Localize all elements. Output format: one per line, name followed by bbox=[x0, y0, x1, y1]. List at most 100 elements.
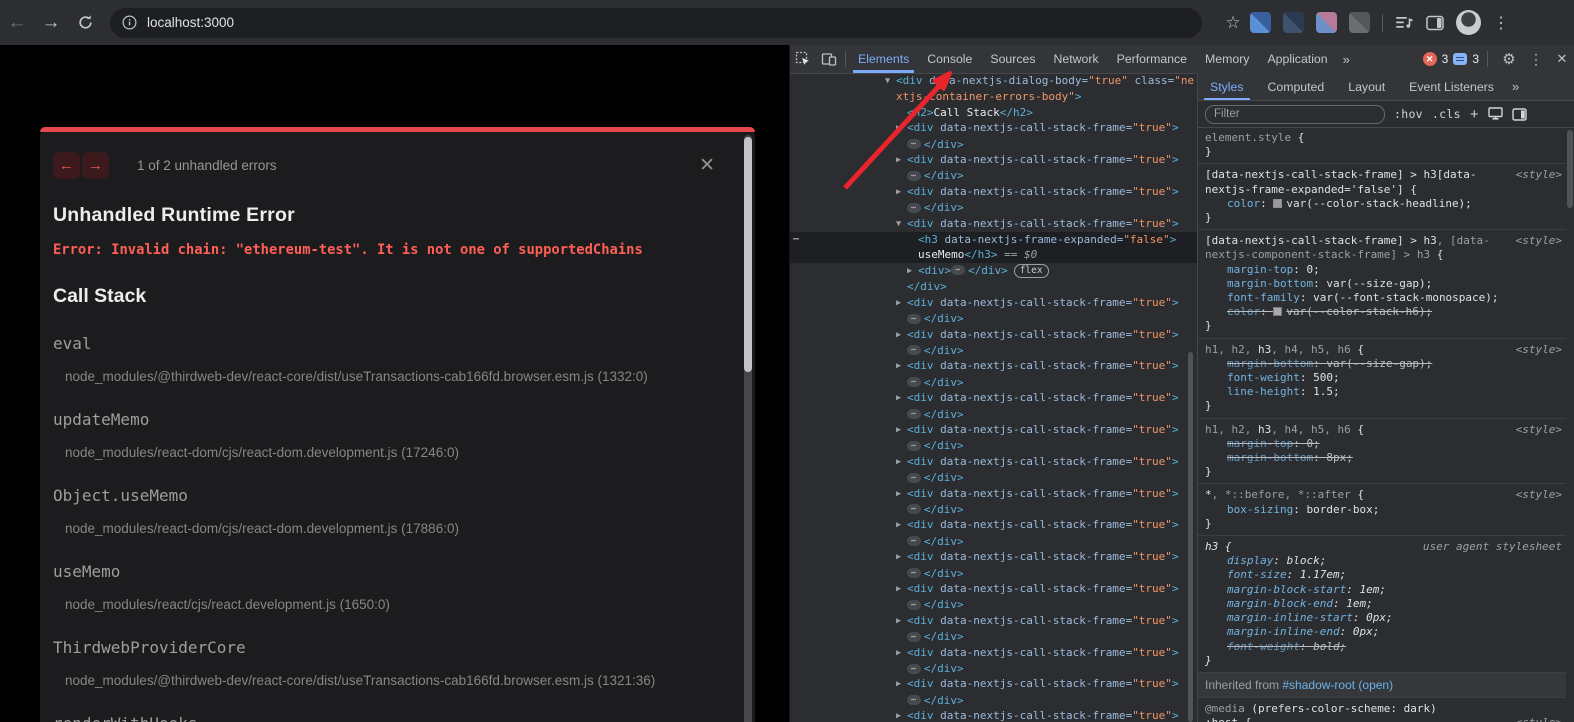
css-declaration[interactable]: font-size: 1.17em; bbox=[1205, 568, 1562, 582]
call-stack-frame-close[interactable]: ⋯</div> bbox=[790, 566, 1197, 581]
twisty-open-icon[interactable]: ▼ bbox=[896, 217, 907, 232]
twisty-closed-icon[interactable]: ▶ bbox=[896, 423, 907, 438]
call-stack-frame-close[interactable]: ⋯</div> bbox=[790, 168, 1197, 183]
expand-ellipsis-button[interactable]: ⋯ bbox=[907, 409, 921, 419]
sidebar-more-tabs-icon[interactable]: » bbox=[1506, 79, 1525, 94]
twisty-closed-icon[interactable]: ▶ bbox=[896, 646, 907, 661]
call-stack-frame-node[interactable]: ▶<div data-nextjs-call-stack-frame="true… bbox=[790, 152, 1197, 168]
devtools-close-icon[interactable]: ✕ bbox=[1550, 46, 1574, 72]
css-declaration[interactable]: line-height: 1.5; bbox=[1205, 385, 1562, 399]
devtools-tab-performance[interactable]: Performance bbox=[1108, 46, 1196, 73]
call-stack-frame-node[interactable]: ▶<div data-nextjs-call-stack-frame="true… bbox=[790, 454, 1197, 470]
twisty-closed-icon[interactable]: ▶ bbox=[896, 518, 907, 533]
expand-ellipsis-button[interactable]: ⋯ bbox=[907, 139, 921, 149]
call-stack-frame-node[interactable]: ▶<div data-nextjs-call-stack-frame="true… bbox=[790, 645, 1197, 661]
call-stack-frame-close[interactable]: ⋯</div> bbox=[790, 200, 1197, 215]
rule-origin-link[interactable]: <style> bbox=[1516, 488, 1562, 502]
call-stack-frame-node[interactable]: ▶<div data-nextjs-call-stack-frame="true… bbox=[790, 676, 1197, 692]
styles-scrollbar[interactable] bbox=[1567, 130, 1573, 208]
css-declaration[interactable]: margin-inline-end: 0px; bbox=[1205, 625, 1562, 639]
stack-frame-path[interactable]: node_modules/react-dom/cjs/react-dom.dev… bbox=[53, 445, 703, 460]
back-icon[interactable]: ← bbox=[0, 6, 34, 40]
expand-ellipsis-button[interactable]: ⋯ bbox=[907, 664, 921, 674]
css-declaration[interactable]: font-weight: 500; bbox=[1205, 371, 1562, 385]
rule-origin-link[interactable]: user agent stylesheet bbox=[1423, 540, 1562, 554]
twisty-closed-icon[interactable]: ▶ bbox=[896, 677, 907, 692]
twisty-closed-icon[interactable]: ▶ bbox=[896, 614, 907, 629]
dialog-body-node-wrap[interactable]: xtjs-container-errors-body"> bbox=[790, 89, 1197, 104]
css-declaration[interactable]: color: var(--color-stack-h6); bbox=[1205, 305, 1562, 319]
twisty-closed-icon[interactable]: ▶ bbox=[896, 487, 907, 502]
twisty-closed-icon[interactable]: ▶ bbox=[896, 153, 907, 168]
call-stack-frame-close[interactable]: ⋯</div> bbox=[790, 343, 1197, 358]
css-declaration[interactable]: margin-block-start: 1em; bbox=[1205, 583, 1562, 597]
console-message-badge-icon[interactable] bbox=[1453, 53, 1467, 65]
next-error-button[interactable]: → bbox=[82, 152, 109, 179]
css-declaration[interactable]: font-weight: bold; bbox=[1205, 640, 1562, 654]
twisty-closed-icon[interactable]: ▶ bbox=[896, 121, 907, 136]
css-rule[interactable]: <style>h1, h2, h3, h4, h5, h6 {margin-bo… bbox=[1198, 339, 1566, 419]
call-stack-frame-node[interactable]: ▶<div data-nextjs-call-stack-frame="true… bbox=[790, 358, 1197, 374]
call-stack-frame-close[interactable]: ⋯</div> bbox=[790, 375, 1197, 390]
rule-origin-link[interactable]: <style> bbox=[1516, 423, 1562, 437]
devtools-tab-memory[interactable]: Memory bbox=[1196, 46, 1258, 73]
inspect-element-icon[interactable] bbox=[790, 46, 816, 72]
call-stack-frame-node[interactable]: ▶<div data-nextjs-call-stack-frame="true… bbox=[790, 295, 1197, 311]
browser-menu-icon[interactable]: ⋮ bbox=[1493, 13, 1509, 33]
sidebar-tab-computed[interactable]: Computed bbox=[1256, 73, 1337, 100]
css-rule[interactable]: <style>*, *::before, *::after {box-sizin… bbox=[1198, 484, 1566, 536]
call-stack-frame-close[interactable]: ⋯</div> bbox=[790, 693, 1197, 708]
twisty-closed-icon[interactable]: ▶ bbox=[896, 582, 907, 597]
url-bar[interactable]: localhost:3000 bbox=[110, 8, 1202, 38]
expand-ellipsis-button[interactable]: ⋯ bbox=[907, 171, 921, 181]
css-declaration[interactable]: font-family: var(--font-stack-monospace)… bbox=[1205, 291, 1562, 305]
call-stack-frame-node[interactable]: ▶<div data-nextjs-call-stack-frame="true… bbox=[790, 327, 1197, 343]
css-rule[interactable]: element.style {} bbox=[1198, 127, 1566, 164]
profile-avatar[interactable] bbox=[1456, 10, 1481, 35]
call-stack-frame-node[interactable]: ▶<div data-nextjs-call-stack-frame="true… bbox=[790, 549, 1197, 565]
devtools-settings-gear-icon[interactable]: ⚙ bbox=[1496, 46, 1522, 72]
rule-origin-link[interactable]: <style> bbox=[1516, 716, 1562, 722]
flex-badge[interactable]: flex bbox=[1014, 264, 1049, 278]
expand-ellipsis-button[interactable]: ⋯ bbox=[907, 695, 921, 705]
css-rules-list[interactable]: element.style {}<style>[data-nextjs-call… bbox=[1198, 127, 1566, 722]
call-stack-frame-close[interactable]: ⋯</div> bbox=[790, 534, 1197, 549]
device-toolbar-icon[interactable] bbox=[816, 46, 842, 72]
expand-ellipsis-button[interactable]: ⋯ bbox=[907, 314, 921, 324]
stack-frame-path[interactable]: node_modules/@thirdweb-dev/react-core/di… bbox=[53, 673, 703, 688]
extension-icon-2[interactable] bbox=[1283, 12, 1304, 33]
color-swatch[interactable] bbox=[1273, 307, 1282, 316]
extension-icon-1[interactable] bbox=[1250, 12, 1271, 33]
css-rule[interactable]: <style>[data-nextjs-call-stack-frame] > … bbox=[1198, 164, 1566, 230]
call-stack-frame-close[interactable]: ⋯</div> bbox=[790, 597, 1197, 612]
frame-close-tag[interactable]: </div> bbox=[790, 279, 1197, 294]
rendering-emulation-icon[interactable] bbox=[1488, 107, 1503, 121]
call-stack-frame-close[interactable]: ⋯</div> bbox=[790, 661, 1197, 676]
twisty-closed-icon[interactable]: ▶ bbox=[896, 328, 907, 343]
close-overlay-icon[interactable]: ✕ bbox=[699, 156, 715, 175]
call-stack-frame-node[interactable]: ▶<div data-nextjs-call-stack-frame="true… bbox=[790, 517, 1197, 533]
selected-h3-node-wrap[interactable]: useMemo</h3> == $0 bbox=[790, 247, 1197, 262]
console-error-badge-icon[interactable]: ✕ bbox=[1423, 52, 1437, 66]
twisty-closed-icon[interactable]: ▶ bbox=[907, 264, 918, 279]
devtools-tab-console[interactable]: Console bbox=[918, 46, 981, 73]
rule-origin-link[interactable]: <style> bbox=[1516, 343, 1562, 357]
more-tabs-icon[interactable]: » bbox=[1337, 52, 1356, 67]
elements-tree[interactable]: ▼<div data-nextjs-dialog-body="true" cla… bbox=[790, 73, 1197, 722]
call-stack-frame-close[interactable]: ⋯</div> bbox=[790, 629, 1197, 644]
call-stack-frame-node[interactable]: ▶<div data-nextjs-call-stack-frame="true… bbox=[790, 422, 1197, 438]
rule-origin-link[interactable]: <style> bbox=[1516, 168, 1562, 182]
extension-icon-4[interactable] bbox=[1349, 12, 1370, 33]
call-stack-frame-node[interactable]: ▶<div data-nextjs-call-stack-frame="true… bbox=[790, 708, 1197, 722]
toggle-sidebar-icon[interactable] bbox=[1512, 108, 1527, 121]
bookmark-star-icon[interactable]: ☆ bbox=[1216, 6, 1250, 40]
call-stack-frame-close[interactable]: ⋯</div> bbox=[790, 438, 1197, 453]
inner-div-node[interactable]: ▶<div>⋯</div>flex bbox=[790, 263, 1197, 279]
call-stack-frame-close[interactable]: ⋯</div> bbox=[790, 407, 1197, 422]
sidebar-tab-styles[interactable]: Styles bbox=[1198, 73, 1256, 100]
css-declaration[interactable]: margin-bottom: var(--size-gap); bbox=[1205, 277, 1562, 291]
css-rule[interactable]: user agent stylesheeth3 {display: block;… bbox=[1198, 536, 1566, 673]
devtools-menu-icon[interactable]: ⋮ bbox=[1527, 46, 1545, 72]
expand-ellipsis-button[interactable]: ⋯ bbox=[907, 203, 921, 213]
css-declaration[interactable]: margin-bottom: 8px; bbox=[1205, 451, 1562, 465]
